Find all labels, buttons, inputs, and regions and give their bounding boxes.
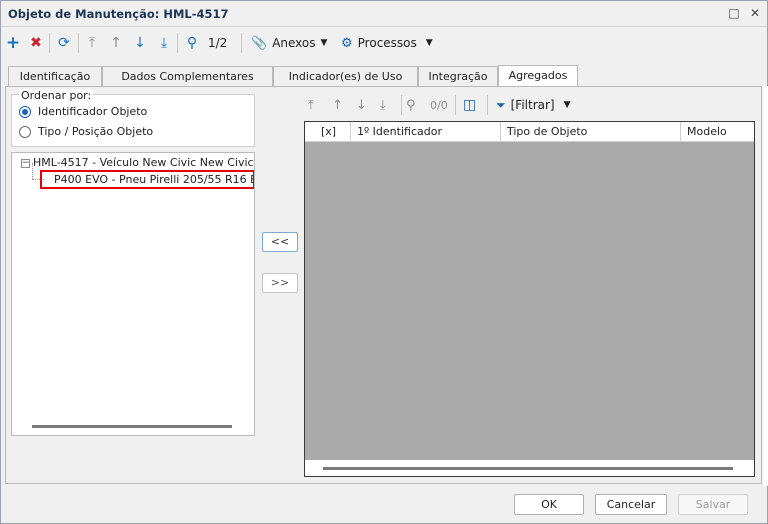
- toolbar-divider: [455, 95, 456, 115]
- radio-identificador-objeto-label[interactable]: Identificador Objeto: [38, 105, 147, 118]
- grid-scrollbar[interactable]: [323, 467, 733, 470]
- grid-footer: [305, 460, 754, 476]
- main-toolbar: + ✖ ⟳ ⤒ ↑ ↓ ⤓ ⚲ 1/2 📎 Anexos ▼ ⚙ Process…: [1, 28, 767, 58]
- search-icon[interactable]: ⚲: [406, 95, 416, 115]
- anexos-label: Anexos: [272, 36, 316, 50]
- caret-down-icon: ▼: [425, 38, 433, 48]
- arrow-down-icon[interactable]: ↓: [356, 95, 367, 115]
- radio-identificador-objeto[interactable]: [19, 106, 31, 118]
- window-edge: [763, 86, 768, 486]
- object-tree: − HML-4517 - Veículo New Civic New Civic …: [11, 152, 255, 436]
- move-left-button[interactable]: <<: [262, 232, 298, 252]
- save-button[interactable]: Salvar: [678, 494, 748, 515]
- filter-menu-button[interactable]: ⏷ [Filtrar] ▼: [496, 95, 571, 115]
- arrow-first-icon[interactable]: ⤒: [84, 33, 100, 53]
- maximize-icon[interactable]: □: [727, 6, 741, 20]
- arrow-up-icon[interactable]: ↑: [108, 33, 124, 53]
- grid-header-row: [x] 1º Identificador Tipo de Objeto Mode…: [305, 122, 754, 142]
- column-tipo-objeto[interactable]: Tipo de Objeto: [501, 122, 681, 142]
- arrow-down-icon[interactable]: ↓: [132, 33, 148, 53]
- arrow-first-icon[interactable]: ⤒: [308, 95, 314, 115]
- processos-label: Processos: [357, 36, 417, 50]
- caret-down-icon: ▼: [563, 100, 571, 110]
- tree-child-label: P400 EVO - Pneu Pirelli 205/55 R16 Eixo …: [54, 173, 253, 186]
- tree-root-item[interactable]: − HML-4517 - Veículo New Civic New Civic …: [21, 156, 254, 169]
- anexos-menu-button[interactable]: 📎 Anexos ▼: [251, 33, 327, 53]
- tab-integracao[interactable]: Integração: [418, 66, 498, 86]
- toolbar-divider: [78, 33, 79, 53]
- columns-icon[interactable]: ◫: [463, 95, 476, 115]
- maintenance-object-window: Objeto de Manutenção: HML-4517 □ ✕ + ✖ ⟳…: [0, 0, 768, 524]
- radio-tipo-posicao-objeto[interactable]: [19, 126, 31, 138]
- plus-icon[interactable]: +: [5, 33, 21, 53]
- grid-counter: 0/0: [430, 98, 448, 112]
- collapse-toggle-icon[interactable]: −: [21, 158, 30, 168]
- arrow-up-icon[interactable]: ↑: [332, 95, 343, 115]
- x-icon[interactable]: ✖: [28, 33, 44, 53]
- close-icon[interactable]: ✕: [748, 6, 762, 20]
- move-right-button[interactable]: >>: [262, 273, 298, 293]
- aggregates-grid: [x] 1º Identificador Tipo de Objeto Mode…: [304, 121, 755, 477]
- toolbar-divider: [177, 33, 178, 53]
- toolbar-divider: [241, 33, 242, 53]
- tree-connector: [32, 163, 33, 179]
- tab-agregados[interactable]: Agregados: [498, 65, 578, 87]
- column-modelo[interactable]: Modelo: [681, 122, 754, 142]
- tab-indicadores-de-uso[interactable]: Indicador(es) de Uso: [273, 66, 418, 86]
- ok-button[interactable]: OK: [514, 494, 584, 515]
- toolbar-divider: [487, 95, 488, 115]
- arrow-last-icon[interactable]: ⤓: [380, 95, 386, 115]
- title-bar: Objeto de Manutenção: HML-4517 □ ✕: [1, 1, 767, 27]
- caret-down-icon: ▼: [320, 38, 328, 48]
- page-counter: 1/2: [208, 36, 228, 50]
- tree-root-label: HML-4517 - Veículo New Civic New Civic 1…: [33, 156, 254, 169]
- gear-icon: ⚙: [341, 35, 353, 51]
- order-by-legend: Ordenar por:: [19, 89, 94, 102]
- filter-label: [Filtrar]: [510, 98, 555, 112]
- cancel-button[interactable]: Cancelar: [595, 494, 667, 515]
- arrow-last-icon[interactable]: ⤓: [156, 33, 172, 53]
- tree-scrollbar[interactable]: [32, 425, 232, 428]
- tree-child-item[interactable]: P400 EVO - Pneu Pirelli 205/55 R16 Eixo …: [40, 170, 254, 189]
- processos-menu-button[interactable]: ⚙ Processos ▼: [341, 33, 433, 53]
- search-icon[interactable]: ⚲: [183, 33, 201, 53]
- window-title: Objeto de Manutenção: HML-4517: [8, 7, 229, 21]
- column-identificador[interactable]: 1º Identificador: [351, 122, 501, 142]
- radio-tipo-posicao-objeto-label[interactable]: Tipo / Posição Objeto: [38, 125, 153, 138]
- tab-identificacao[interactable]: Identificação: [8, 66, 102, 86]
- column-select[interactable]: [x]: [305, 122, 351, 142]
- refresh-icon[interactable]: ⟳: [55, 33, 73, 53]
- tab-dados-complementares[interactable]: Dados Complementares: [102, 66, 273, 86]
- toolbar-divider: [401, 95, 402, 115]
- paperclip-icon: 📎: [251, 35, 268, 51]
- toolbar-divider: [49, 33, 50, 53]
- funnel-icon: ⏷: [496, 97, 506, 112]
